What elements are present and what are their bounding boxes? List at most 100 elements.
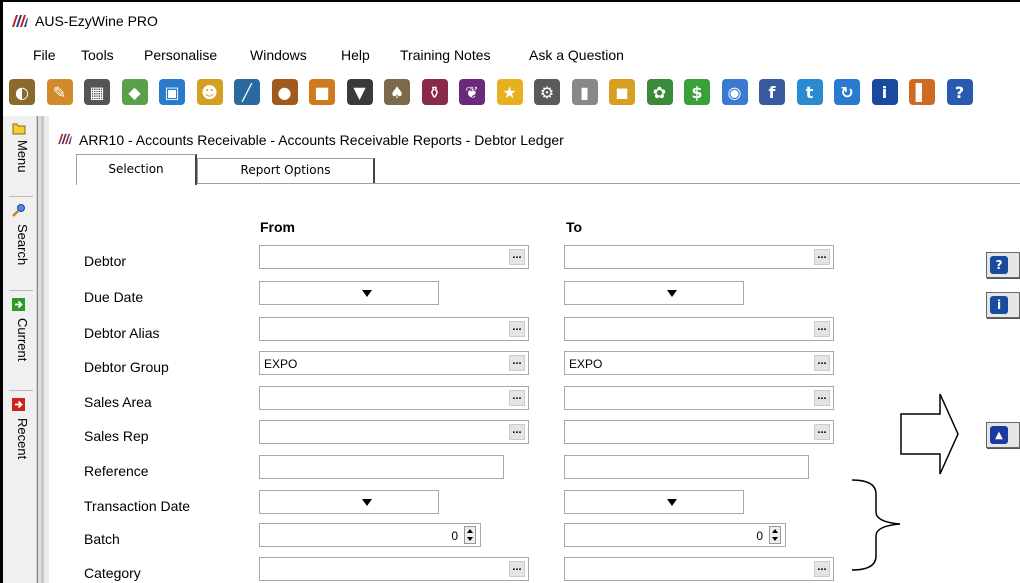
lookup-button[interactable]: ...	[509, 424, 525, 440]
glass-icon[interactable]: ▼	[346, 79, 373, 105]
sidebar-item-recent[interactable]: Recent	[3, 396, 37, 486]
tab-bar: Selection Report Options	[49, 154, 1020, 185]
app-logo-icon	[12, 15, 28, 27]
batch-from-value: 0	[451, 529, 458, 543]
edit-document-icon[interactable]: ✎	[46, 79, 73, 105]
transaction-date-from-field[interactable]	[259, 490, 439, 514]
menu-ask-a-question[interactable]: Ask a Question	[529, 47, 624, 63]
tab-report-options[interactable]: Report Options	[197, 158, 375, 184]
lookup-button[interactable]: ...	[814, 355, 830, 371]
chevron-down-icon[interactable]	[667, 499, 677, 506]
lookup-button[interactable]: ...	[509, 561, 525, 577]
category-to-field[interactable]: ...	[564, 557, 834, 581]
debtor-to-field[interactable]: ...	[564, 245, 834, 269]
sidebar-item-search[interactable]: Search	[3, 202, 37, 290]
help-icon[interactable]: ?	[946, 79, 973, 105]
sidebar-label: Current	[15, 318, 30, 362]
chevron-down-icon[interactable]	[667, 290, 677, 297]
grapes-icon[interactable]: ❦	[459, 79, 485, 105]
debtor-alias-to-field[interactable]: ...	[564, 317, 834, 341]
spin-stepper[interactable]	[769, 526, 781, 544]
wine-barrel-icon[interactable]: ◐	[9, 79, 35, 105]
sales-rep-to-field[interactable]: ...	[564, 420, 834, 444]
debtor-alias-from-field[interactable]: ...	[259, 317, 529, 341]
tab-underline	[145, 183, 1020, 184]
info-button[interactable]: i	[986, 292, 1020, 318]
pointer-arrow-icon	[900, 393, 959, 475]
category-from-field[interactable]: ...	[259, 557, 529, 581]
chevron-down-icon[interactable]	[362, 290, 372, 297]
box-icon[interactable]: ■	[309, 79, 335, 105]
dollar-icon[interactable]: $	[684, 79, 710, 105]
sidebar-label: Recent	[15, 418, 30, 460]
lookup-button[interactable]: ...	[814, 390, 830, 406]
question-icon: ?	[990, 256, 1008, 274]
bookmark-icon[interactable]: ▌	[909, 79, 935, 105]
lookup-button[interactable]: ...	[509, 249, 525, 265]
lookup-button[interactable]: ...	[509, 355, 525, 371]
sidebar-item-menu[interactable]: Menu	[3, 120, 37, 196]
document-frame	[37, 116, 49, 583]
chevron-down-icon[interactable]	[362, 499, 372, 506]
menu-help[interactable]: Help	[341, 47, 370, 63]
help-button[interactable]: ?	[986, 252, 1020, 278]
batch-from-field[interactable]: 0	[259, 523, 481, 547]
due-date-from-field[interactable]	[259, 281, 439, 305]
refresh-icon[interactable]: ↻	[834, 79, 860, 105]
triangle-up-icon: ▲	[990, 426, 1008, 444]
batch-to-field[interactable]: 0	[564, 523, 786, 547]
cask-icon[interactable]: ●	[271, 79, 298, 105]
debtor-group-to-field[interactable]: EXPO...	[564, 351, 834, 375]
lookup-button[interactable]: ...	[814, 321, 830, 337]
sales-area-to-field[interactable]: ...	[564, 386, 834, 410]
info-icon[interactable]: i	[871, 79, 898, 105]
spin-up-icon	[772, 529, 778, 533]
batch-label: Batch	[84, 531, 120, 547]
window-icon[interactable]: ▣	[159, 79, 185, 105]
lookup-button[interactable]: ...	[814, 424, 830, 440]
due-date-to-field[interactable]	[564, 281, 744, 305]
debtor-from-field[interactable]: ...	[259, 245, 529, 269]
arrow-right-icon	[12, 298, 25, 311]
lookup-button[interactable]: ...	[509, 321, 525, 337]
spin-down-icon	[772, 537, 778, 541]
bottle-icon[interactable]: ♠	[384, 79, 410, 105]
debtor-alias-label: Debtor Alias	[84, 325, 160, 341]
twitter-icon[interactable]: t	[796, 79, 823, 105]
star-icon[interactable]: ★	[496, 79, 523, 105]
scroll-up-button[interactable]: ▲	[986, 422, 1020, 448]
app-logo-icon	[58, 133, 72, 145]
tab-label: Report Options	[240, 163, 331, 177]
menu-tools[interactable]: Tools	[81, 47, 114, 63]
lookup-button[interactable]: ...	[509, 390, 525, 406]
document-title-bar: ARR10 - Accounts Receivable - Accounts R…	[49, 124, 1020, 154]
users-icon[interactable]: ☻	[196, 79, 223, 105]
wine-bottle-icon[interactable]: ⚱	[421, 79, 448, 105]
sales-rep-from-field[interactable]: ...	[259, 420, 529, 444]
toolbar: ◐ ✎ ▦ ◆ ▣ ☻ ╱ ● ■ ▼ ♠ ⚱ ❦ ★ ⚙ ▮ ◼ ✿ $ ◉ f t ↻ i ▌?	[3, 70, 1020, 116]
tab-selection[interactable]: Selection	[76, 154, 197, 185]
gear-icon[interactable]: ⚙	[534, 79, 560, 105]
lookup-button[interactable]: ...	[814, 561, 830, 577]
facebook-icon[interactable]: f	[759, 79, 785, 105]
sales-area-from-field[interactable]: ...	[259, 386, 529, 410]
menu-personalise[interactable]: Personalise	[144, 47, 217, 63]
wrench-icon[interactable]: ╱	[234, 79, 260, 105]
info-icon: i	[990, 296, 1008, 314]
building-icon[interactable]: ▦	[84, 79, 110, 105]
transaction-date-to-field[interactable]	[564, 490, 744, 514]
menu-windows[interactable]: Windows	[250, 47, 307, 63]
spin-stepper[interactable]	[464, 526, 476, 544]
package-icon[interactable]: ◼	[609, 79, 635, 105]
sidebar-item-current[interactable]: Current	[3, 296, 37, 390]
debtor-group-from-field[interactable]: EXPO...	[259, 351, 529, 375]
reference-from-field[interactable]	[259, 455, 504, 479]
vine-icon[interactable]: ✿	[646, 79, 673, 105]
tank-icon[interactable]: ▮	[571, 79, 598, 105]
menu-training-notes[interactable]: Training Notes	[400, 47, 491, 63]
tag-icon[interactable]: ◆	[121, 79, 148, 105]
menu-file[interactable]: File	[33, 47, 56, 63]
lookup-button[interactable]: ...	[814, 249, 830, 265]
reference-to-field[interactable]	[564, 455, 809, 479]
globe-icon[interactable]: ◉	[721, 79, 748, 105]
